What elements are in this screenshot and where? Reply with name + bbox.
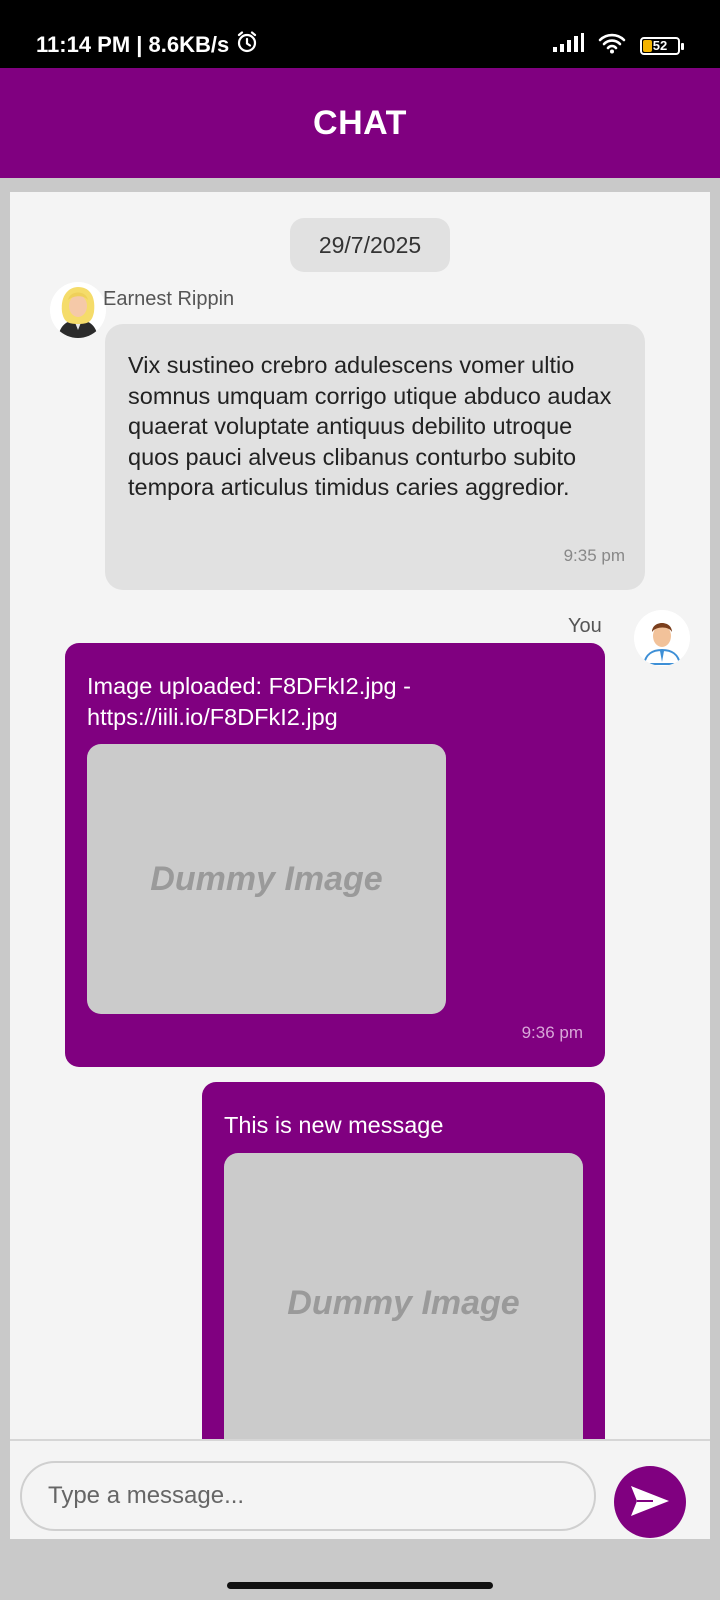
battery-fill — [643, 39, 652, 52]
wifi-icon — [598, 32, 626, 59]
send-button[interactable] — [614, 1466, 686, 1538]
chat-messages-area[interactable]: 29/7/2025 Earnest Rippin Vix sustineo cr… — [10, 192, 710, 1439]
image-placeholder-label: Dummy Image — [287, 1283, 520, 1322]
battery-icon: 52 — [640, 36, 684, 55]
page-title: CHAT — [313, 103, 407, 142]
home-indicator[interactable] — [227, 1582, 493, 1589]
message-time: 9:36 pm — [521, 1023, 583, 1042]
status-time-speed: 11:14 PM | 8.6KB/s — [36, 32, 230, 57]
alarm-icon — [235, 30, 259, 60]
message-input[interactable] — [20, 1461, 596, 1531]
message-image[interactable]: Dummy Image — [224, 1153, 583, 1439]
avatar-female[interactable] — [50, 282, 106, 338]
message-image[interactable]: Dummy Image — [87, 744, 446, 1014]
avatar-male[interactable] — [634, 610, 690, 666]
app-header: CHAT — [0, 68, 720, 178]
image-placeholder-label: Dummy Image — [150, 859, 383, 898]
send-icon — [629, 1484, 671, 1521]
status-right: 52 — [552, 32, 684, 59]
status-left: 11:14 PM | 8.6KB/s — [36, 30, 259, 60]
message-text: Vix sustineo crebro adulescens vomer ult… — [128, 352, 612, 500]
message-text: Image uploaded: F8DFkI2.jpg - https://ii… — [87, 673, 411, 730]
message-time: 9:35 pm — [563, 546, 625, 565]
message-input-bar — [10, 1439, 710, 1539]
battery-level: 52 — [652, 37, 668, 53]
sender-name-you: You — [568, 615, 602, 637]
date-separator: 29/7/2025 — [290, 218, 450, 272]
signal-icon — [552, 33, 584, 58]
message-bubble-outgoing[interactable]: Image uploaded: F8DFkI2.jpg - https://ii… — [65, 643, 605, 1067]
sender-name: Earnest Rippin — [103, 288, 235, 310]
message-bubble-incoming[interactable]: Vix sustineo crebro adulescens vomer ult… — [105, 324, 645, 590]
status-bar: 11:14 PM | 8.6KB/s 52 — [0, 0, 720, 68]
message-text: This is new message — [224, 1112, 444, 1138]
message-bubble-outgoing[interactable]: This is new message Dummy Image — [202, 1082, 605, 1439]
